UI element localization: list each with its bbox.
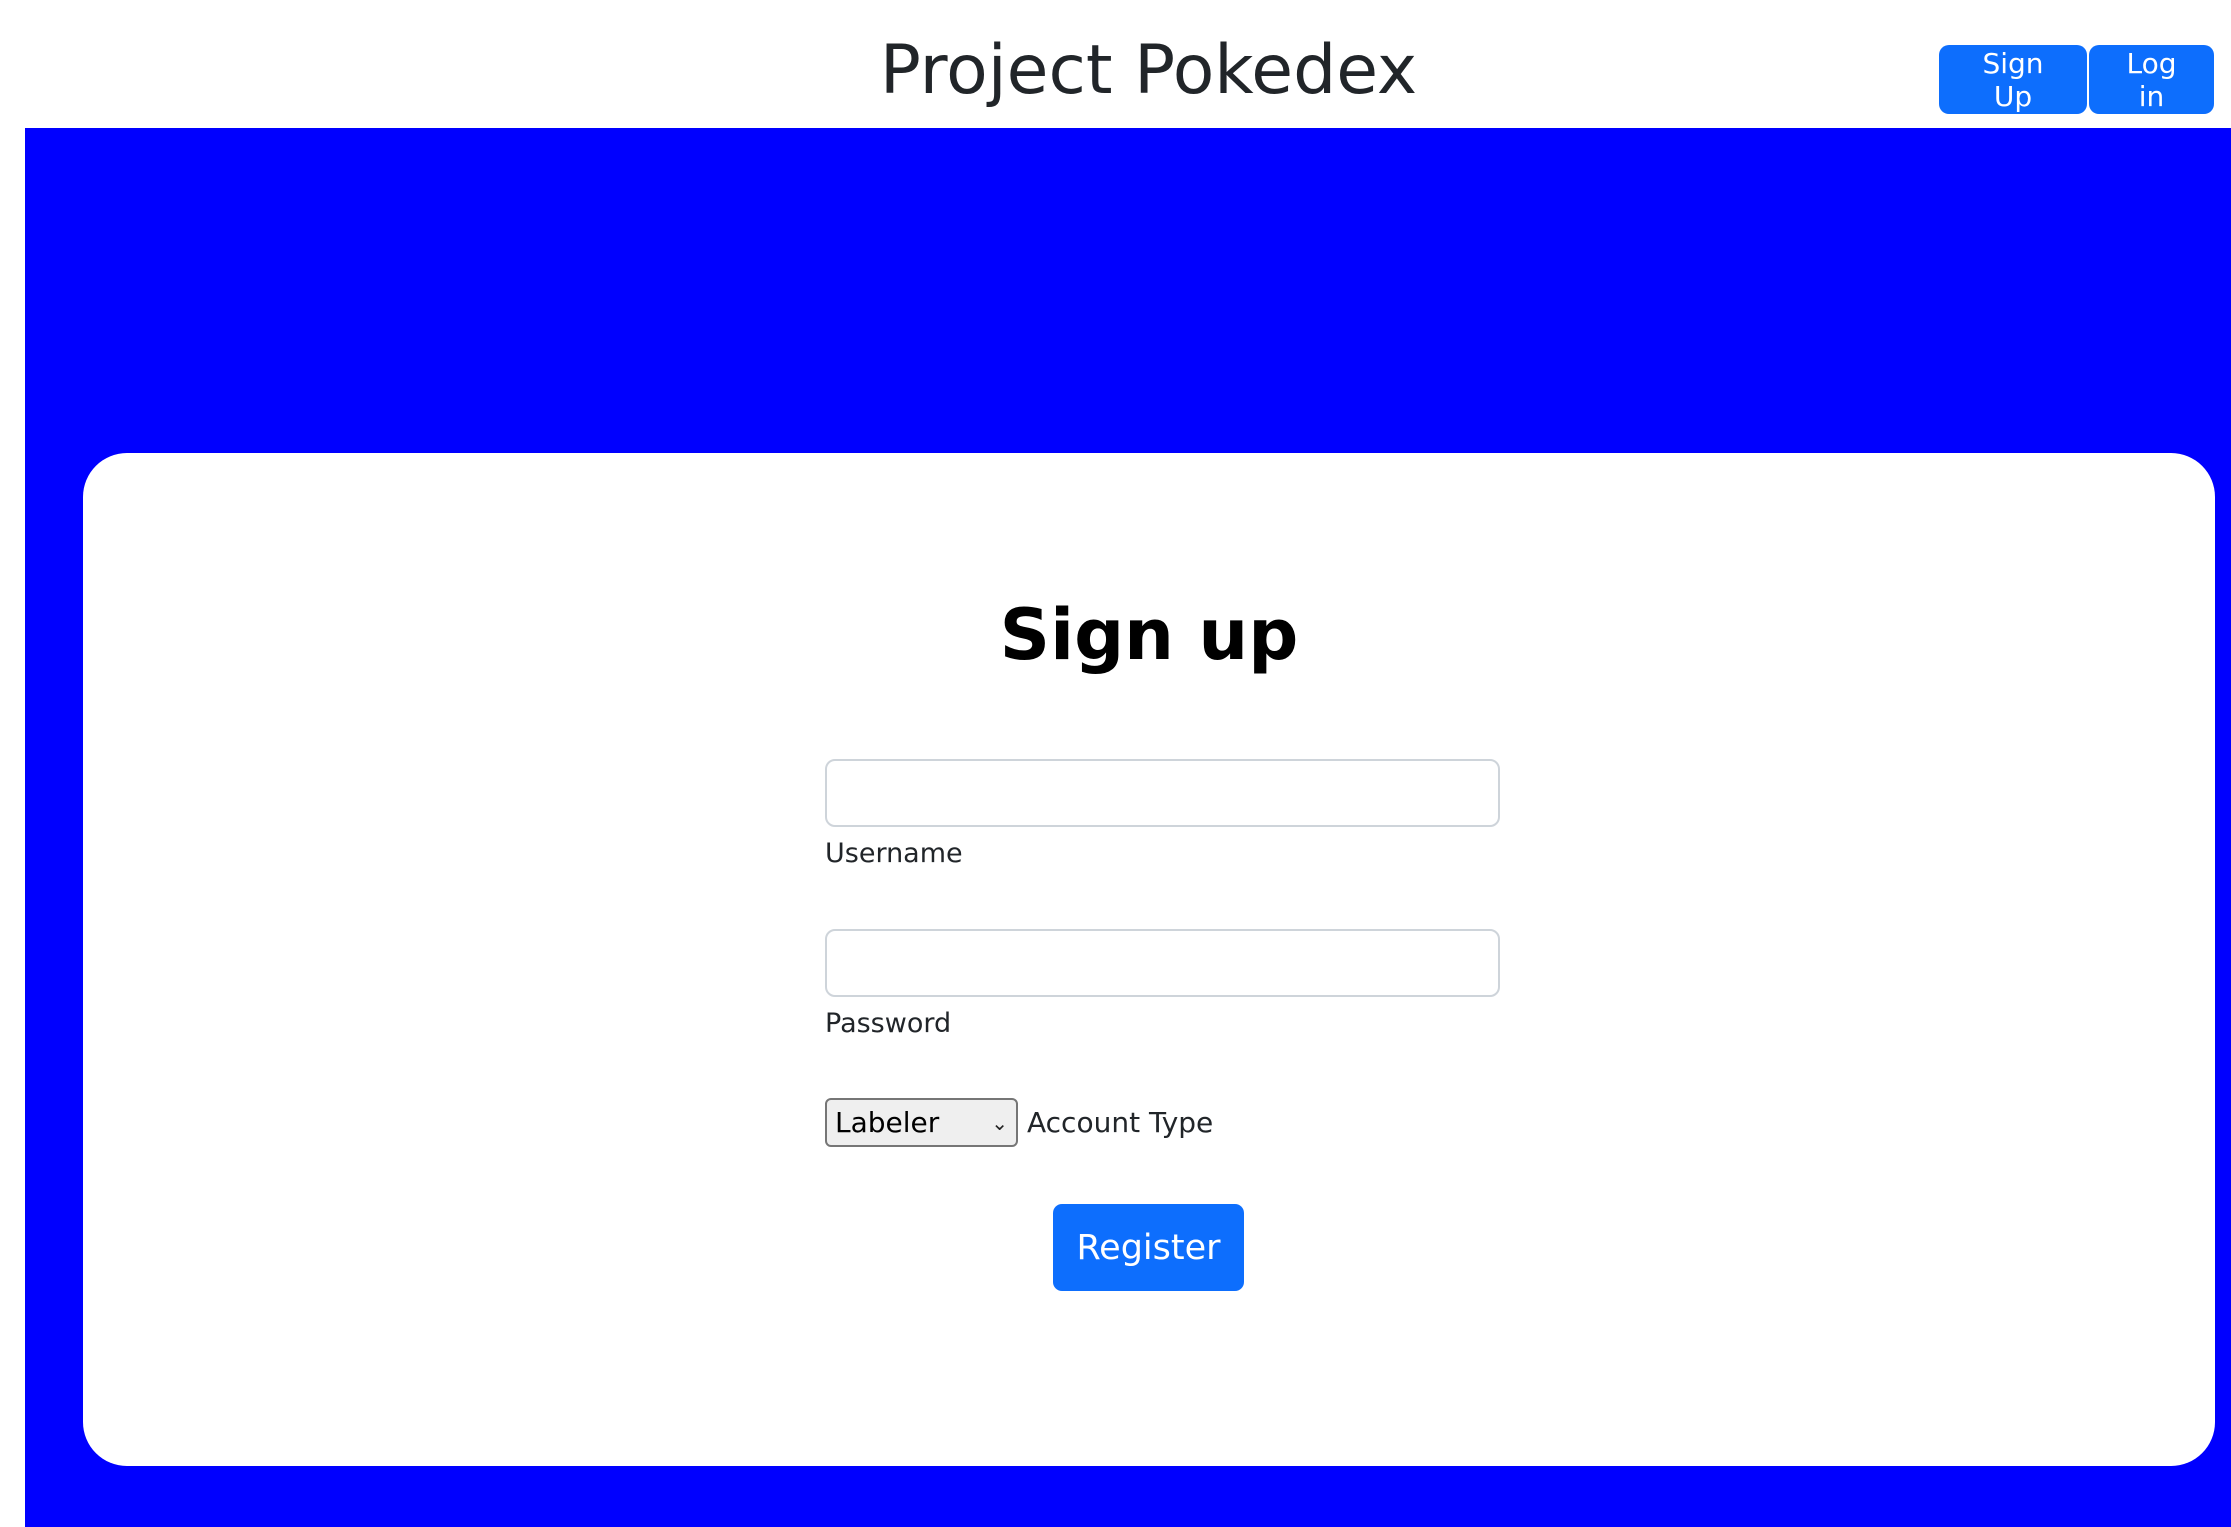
username-label: Username [825, 838, 963, 869]
signup-card: Sign up Username Password Labeler ⌄ Acco… [83, 453, 2215, 1466]
password-input[interactable] [825, 929, 1500, 997]
header: Project Pokedex [0, 26, 2231, 116]
auth-buttons: Sign Up Log in [1939, 45, 2214, 114]
account-type-value: Labeler [835, 1106, 940, 1139]
username-input[interactable] [825, 759, 1500, 827]
log-in-button[interactable]: Log in [2089, 45, 2214, 114]
username-group: Username [825, 759, 1500, 873]
password-label: Password [825, 1008, 952, 1039]
account-type-select[interactable]: Labeler ⌄ [825, 1098, 1018, 1147]
register-button[interactable]: Register [1053, 1204, 1244, 1291]
page: Project Pokedex Sign Up Log in Sign up U… [0, 0, 2231, 1527]
app-title: Project Pokedex [879, 31, 1418, 110]
blue-background: Sign up Username Password Labeler ⌄ Acco… [25, 128, 2231, 1527]
chevron-down-icon: ⌄ [991, 1110, 1008, 1135]
password-group: Password [825, 929, 1500, 1043]
sign-up-button[interactable]: Sign Up [1939, 45, 2087, 114]
account-type-row: Labeler ⌄ Account Type [825, 1098, 1213, 1147]
account-type-label: Account Type [1027, 1106, 1214, 1139]
form-title: Sign up [999, 594, 1299, 676]
